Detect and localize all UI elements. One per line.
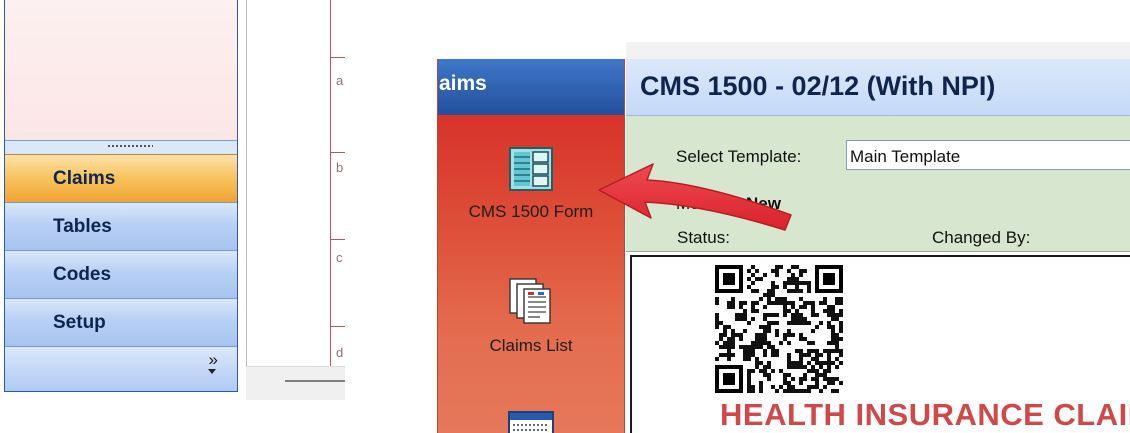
nav-button-tables[interactable]: Tables — [5, 202, 237, 250]
chevron-right-double-icon: » — [208, 350, 218, 369]
claim-form-document: CMS 1500 - 02/12 (With NPI) Select Templ… — [626, 42, 1130, 433]
grid-letter: b — [336, 160, 344, 175]
grid-letter: d — [336, 345, 344, 360]
document-top-strip — [626, 42, 1130, 59]
claims-panel-header: aims — [438, 59, 624, 115]
form-grid-edge: a b c d — [330, 0, 345, 366]
grid-cell — [331, 0, 345, 58]
panel-divider — [246, 0, 247, 366]
scrollbar-thumb[interactable] — [285, 380, 345, 382]
pane-splitter[interactable] — [5, 140, 237, 154]
tool-claims-list[interactable]: Claims List — [438, 277, 624, 356]
right-screenshot: aims CMS 1500 Form Claims List CMS 1500 … — [437, 42, 1130, 433]
form-heading: HEALTH INSURANCE CLAIM FORM — [720, 397, 1130, 432]
claims-module-panel: aims CMS 1500 Form Claims List — [437, 59, 625, 433]
form-preview: HEALTH INSURANCE CLAIM FORM — [630, 255, 1130, 433]
nav-button-codes[interactable]: Codes — [5, 250, 237, 298]
left-screenshot: Claims Tables Codes Setup » a b c d — [0, 0, 345, 400]
data-grid-icon — [508, 411, 554, 433]
qr-code-icon — [715, 265, 843, 393]
bottom-scrollbar[interactable] — [246, 366, 345, 400]
splitter-grip-icon — [107, 144, 153, 148]
template-input[interactable] — [846, 140, 1130, 170]
grid-letter: a — [336, 73, 344, 88]
tool-data-grid[interactable] — [438, 411, 624, 433]
form-grid-icon — [509, 147, 553, 191]
annotation-arrow-icon — [598, 163, 792, 231]
tool-label: Claims List — [489, 336, 573, 355]
screenshot-stage: Claims Tables Codes Setup » a b c d aims — [0, 0, 1130, 433]
changed-by-label: Changed By: — [932, 228, 1031, 247]
documents-stack-icon — [509, 278, 551, 324]
dropdown-triangle-icon — [208, 369, 216, 374]
navigation-pane: Claims Tables Codes Setup » — [4, 0, 238, 392]
nav-overflow-button[interactable]: » — [5, 346, 237, 391]
nav-button-claims[interactable]: Claims — [5, 154, 237, 202]
grid-letter: c — [336, 250, 343, 265]
navigation-pane-content — [5, 0, 237, 140]
document-title-bar: CMS 1500 - 02/12 (With NPI) — [626, 59, 1130, 116]
document-title: CMS 1500 - 02/12 (With NPI) — [640, 71, 996, 101]
nav-button-setup[interactable]: Setup — [5, 298, 237, 346]
